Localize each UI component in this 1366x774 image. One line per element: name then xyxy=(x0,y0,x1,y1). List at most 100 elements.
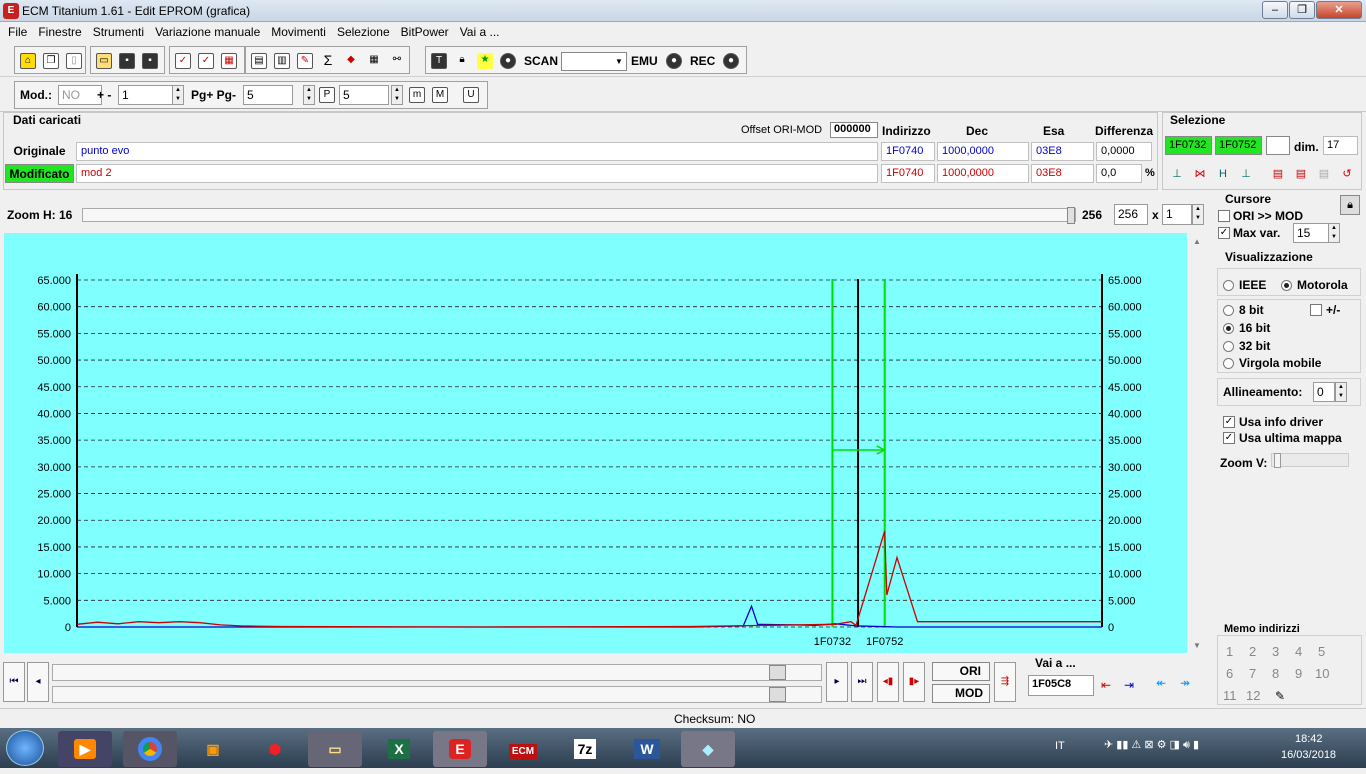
mark-prev-icon[interactable]: ↞ xyxy=(1156,676,1166,690)
select-range-icon[interactable]: ⋈ xyxy=(1192,166,1208,182)
record-dot-icon[interactable]: ● xyxy=(500,53,516,69)
graph-scrollbar[interactable]: ▲ ▼ xyxy=(1188,233,1207,653)
memo-10[interactable]: 10 xyxy=(1315,666,1329,681)
memo-6[interactable]: 6 xyxy=(1226,666,1233,681)
prev-diff-icon[interactable]: ◂▮ xyxy=(877,662,899,702)
plus-minus-field[interactable]: 1 xyxy=(118,85,173,105)
memo-8[interactable]: 8 xyxy=(1272,666,1279,681)
selezione-extra[interactable] xyxy=(1266,136,1290,155)
taskbar-paint-icon[interactable]: ◆ xyxy=(681,731,735,767)
taskbar-media-icon[interactable]: ▶ xyxy=(58,731,112,767)
memo-4[interactable]: 4 xyxy=(1295,644,1302,659)
m-small-icon[interactable]: m xyxy=(409,87,425,103)
checksum-icon[interactable]: ✓ xyxy=(175,53,191,69)
taskbar-wallet-icon[interactable]: ▣ xyxy=(186,731,240,767)
tray-time[interactable]: 18:42 xyxy=(1295,733,1323,745)
calendar-icon[interactable]: ▦ xyxy=(221,53,237,69)
max-var-checkbox[interactable]: ✓ xyxy=(1218,227,1230,239)
zoom-multiplier-stepper[interactable]: ▲ ▼ xyxy=(1192,204,1204,225)
u-icon[interactable]: U xyxy=(463,87,479,103)
allineamento-stepper[interactable]: ▲ ▼ xyxy=(1335,382,1347,402)
taskbar-excel-icon[interactable]: X xyxy=(372,731,426,767)
zoom-v-thumb[interactable] xyxy=(1274,453,1281,468)
binoculars-icon[interactable]: ⚯ xyxy=(389,53,405,69)
p-icon[interactable]: P xyxy=(319,87,335,103)
menu-file[interactable]: File xyxy=(3,22,33,42)
checksum-auto-icon[interactable]: ✓ xyxy=(198,53,214,69)
save-as-icon[interactable]: ▪ xyxy=(142,53,158,69)
address-scrollbar-bottom[interactable] xyxy=(52,686,822,703)
memo-3[interactable]: 3 xyxy=(1272,644,1279,659)
m-large-icon[interactable]: M xyxy=(432,87,448,103)
last-icon[interactable]: ⏭ xyxy=(851,662,873,702)
zoom-value-2[interactable]: 256 xyxy=(1114,204,1148,225)
zoom-v-slider[interactable] xyxy=(1271,453,1349,468)
16bit-radio[interactable] xyxy=(1223,323,1234,334)
usa-ultima-checkbox[interactable]: ✓ xyxy=(1223,432,1235,444)
max-var-stepper[interactable]: ▲ ▼ xyxy=(1328,223,1340,243)
page-stepper[interactable]: ▲ ▼ xyxy=(303,85,315,105)
memo-1[interactable]: 1 xyxy=(1226,644,1233,659)
vai-a-field[interactable]: 1F05C8 xyxy=(1028,675,1094,696)
mod-button[interactable]: MOD xyxy=(932,684,990,703)
page-field[interactable]: 5 xyxy=(243,85,293,105)
menu-vai-a[interactable]: Vai a ... xyxy=(455,22,506,42)
home-icon[interactable]: ⌂ xyxy=(20,53,36,69)
modificato-label[interactable]: Modificato xyxy=(5,164,74,183)
taskbar-chrome-icon[interactable] xyxy=(123,731,177,767)
ori-mod-checkbox[interactable] xyxy=(1218,210,1230,222)
memo-2[interactable]: 2 xyxy=(1249,644,1256,659)
taskbar-ecm2-icon[interactable]: ECM xyxy=(496,731,550,767)
memo-9[interactable]: 9 xyxy=(1295,666,1302,681)
menu-selezione[interactable]: Selezione xyxy=(332,22,396,42)
chart[interactable]: 65.000 65.000 60.000 60.000 55.000 55.000 50.0… xyxy=(4,233,1187,653)
undo-icon[interactable]: ↺ xyxy=(1339,166,1355,182)
8bit-radio[interactable] xyxy=(1223,305,1234,316)
address-scroll-thumb[interactable] xyxy=(769,665,786,680)
open-folder-icon[interactable]: ▭ xyxy=(96,53,112,69)
ieee-radio[interactable] xyxy=(1223,280,1234,291)
selezione-start[interactable]: 1F0732 xyxy=(1165,136,1212,155)
allineamento-field[interactable]: 0 xyxy=(1313,382,1335,402)
copy-icon[interactable]: ❐ xyxy=(43,53,59,69)
signed-checkbox[interactable] xyxy=(1310,304,1322,316)
paste-selection-icon[interactable]: ▤ xyxy=(1316,166,1332,182)
menu-movimenti[interactable]: Movimenti xyxy=(266,22,332,42)
select-end-icon[interactable]: ⊥ xyxy=(1238,166,1254,182)
zoom-multiplier[interactable]: 1 xyxy=(1162,204,1192,225)
dim-field[interactable]: 17 xyxy=(1323,136,1358,155)
sum-icon[interactable]: Σ xyxy=(320,53,336,69)
cut-selection-icon[interactable]: ▤ xyxy=(1293,166,1309,182)
p-field[interactable]: 5 xyxy=(339,85,389,105)
runner-icon[interactable]: ★ xyxy=(477,53,493,69)
memo-5[interactable]: 5 xyxy=(1318,644,1325,659)
selezione-end[interactable]: 1F0752 xyxy=(1215,136,1262,155)
tray-language[interactable]: IT xyxy=(1055,740,1065,752)
memo-12[interactable]: 12 xyxy=(1246,688,1260,703)
grid-icon[interactable]: ▦ xyxy=(366,53,382,69)
save-icon[interactable]: ▪ xyxy=(119,53,135,69)
edit-chart-icon[interactable]: ✎ xyxy=(297,53,313,69)
ori-button[interactable]: ORI xyxy=(932,662,990,681)
address-scroll-thumb-2[interactable] xyxy=(769,687,786,702)
rec-button-icon[interactable]: ● xyxy=(723,53,739,69)
goto-back-icon[interactable]: ⇤ xyxy=(1101,678,1111,692)
mod-field[interactable]: NO xyxy=(58,85,102,105)
tray-date[interactable]: 16/03/2018 xyxy=(1281,749,1336,761)
max-var-field[interactable]: 15 xyxy=(1293,223,1329,243)
memo-edit-icon[interactable]: ✎ xyxy=(1275,688,1291,704)
mark-next-icon[interactable]: ↠ xyxy=(1180,676,1190,690)
taskbar-ecm-icon[interactable]: E xyxy=(433,731,487,767)
select-start-icon[interactable]: ⊥ xyxy=(1169,166,1185,182)
flag-icon[interactable]: ⇶ xyxy=(994,662,1016,702)
zoom-h-thumb[interactable] xyxy=(1067,207,1075,224)
address-scrollbar-top[interactable] xyxy=(52,664,822,681)
goto-forward-icon[interactable]: ⇥ xyxy=(1124,678,1134,692)
taskbar-ruby-icon[interactable]: ⬢ xyxy=(248,731,302,767)
menu-finestre[interactable]: Finestre xyxy=(33,22,87,42)
prev-icon[interactable]: ◂ xyxy=(27,662,49,702)
taskbar-folder-icon[interactable]: ▭ xyxy=(308,731,362,767)
lock-icon[interactable]: 🔒︎ xyxy=(1340,195,1360,215)
maximize-button[interactable]: ❐ xyxy=(1289,1,1315,19)
motorola-radio[interactable] xyxy=(1281,280,1292,291)
